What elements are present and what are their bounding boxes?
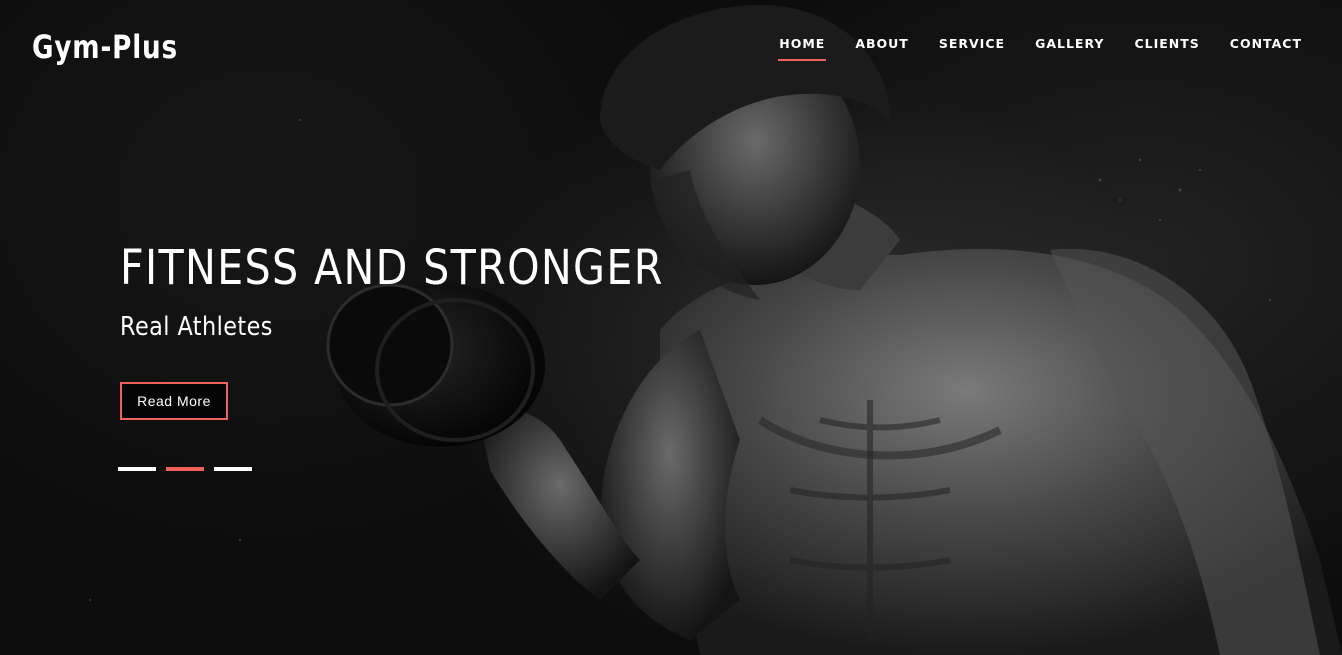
brand-logo[interactable]: Gym-Plus	[32, 28, 178, 66]
hero-headline: FITNESS AND STRONGER	[120, 240, 664, 296]
slider-indicators	[118, 467, 252, 471]
nav-item-home[interactable]: HOME	[778, 36, 827, 61]
nav-item-clients[interactable]: CLIENTS	[1134, 36, 1199, 61]
main-navigation: HOME ABOUT SERVICE GALLERY CLIENTS CONTA…	[749, 36, 1302, 61]
nav-item-gallery[interactable]: GALLERY	[1035, 36, 1104, 61]
slide-indicator-3[interactable]	[214, 467, 252, 471]
slide-indicator-1[interactable]	[118, 467, 156, 471]
hero-section: Gym-Plus HOME ABOUT SERVICE GALLERY CLIE…	[0, 0, 1342, 655]
hero-subheadline: Real Athletes	[120, 312, 273, 342]
nav-item-about[interactable]: ABOUT	[855, 36, 909, 61]
slide-indicator-2[interactable]	[166, 467, 204, 471]
read-more-button[interactable]: Read More	[120, 382, 228, 420]
nav-item-service[interactable]: SERVICE	[939, 36, 1005, 61]
nav-item-contact[interactable]: CONTACT	[1230, 36, 1302, 61]
